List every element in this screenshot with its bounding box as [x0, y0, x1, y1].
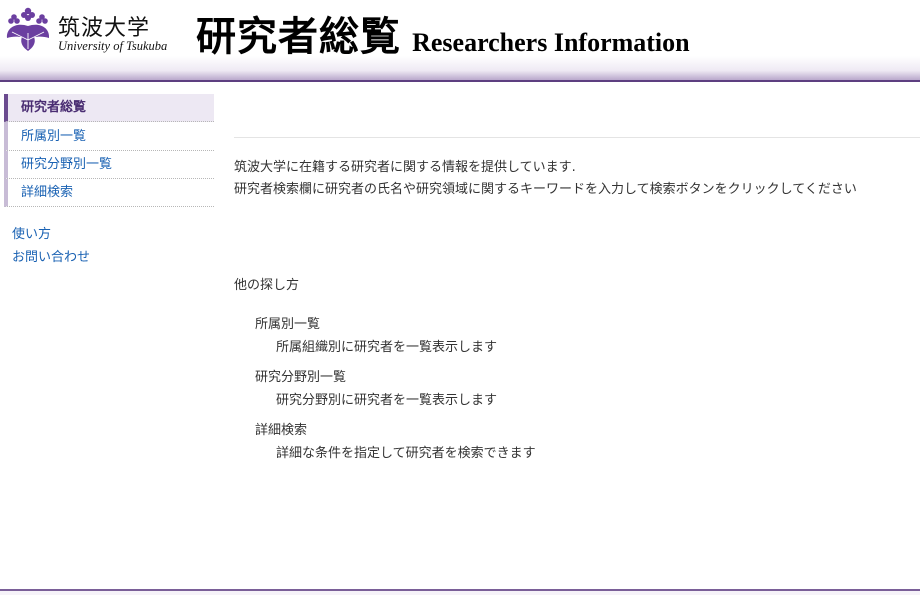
sidebar-links: 使い方 お問い合わせ: [4, 223, 214, 269]
footer-divider: [0, 589, 920, 595]
site-title-japanese: 研究者総覧: [196, 13, 401, 60]
sidebar: 研究者総覧 所属別一覧 研究分野別一覧 詳細検索 使い方 お問い合わせ: [4, 94, 214, 269]
sidebar-item-researchers-overview[interactable]: 研究者総覧: [4, 94, 214, 122]
site-header: 筑波大学 University of Tsukuba 研究者総覧 Researc…: [0, 0, 920, 82]
method-desc-research-field: 研究分野別に研究者を一覧表示します: [276, 393, 498, 408]
logo-english-name: University of Tsukuba: [58, 39, 168, 53]
intro-line-1: 筑波大学に在籍する研究者に関する情報を提供しています.: [234, 160, 576, 175]
search-methods-list: 所属別一覧 所属組織別に研究者を一覧表示します 研究分野別一覧 研究分野別に研究…: [255, 315, 536, 474]
logo-japanese-name: 筑波大学: [58, 16, 151, 41]
university-logo[interactable]: 筑波大学 University of Tsukuba: [4, 6, 174, 56]
sidebar-item-by-research-field[interactable]: 研究分野別一覧: [4, 151, 214, 179]
site-title-english: Researchers Information: [412, 28, 690, 57]
divider: [234, 137, 920, 138]
method-desc-advanced-search: 詳細な条件を指定して研究者を検索できます: [276, 446, 536, 461]
other-methods-heading: 他の探し方: [234, 278, 300, 293]
how-to-use-link[interactable]: 使い方: [12, 223, 214, 246]
paulownia-crest-icon: [6, 7, 50, 51]
site-title[interactable]: 研究者総覧 Researchers Information: [196, 4, 690, 62]
method-desc-affiliation: 所属組織別に研究者を一覧表示します: [276, 340, 498, 355]
contact-link[interactable]: お問い合わせ: [12, 246, 214, 269]
method-term-advanced-search: 詳細検索: [255, 423, 308, 438]
method-term-affiliation: 所属別一覧: [255, 317, 321, 332]
sidebar-item-advanced-search[interactable]: 詳細検索: [4, 179, 214, 207]
method-term-research-field: 研究分野別一覧: [255, 370, 347, 385]
intro-text: 筑波大学に在籍する研究者に関する情報を提供しています. 研究者検索欄に研究者の氏…: [234, 157, 857, 201]
intro-line-2: 研究者検索欄に研究者の氏名や研究領域に関するキーワードを入力して検索ボタンをクリ…: [234, 182, 857, 197]
sidebar-item-by-affiliation[interactable]: 所属別一覧: [4, 122, 214, 151]
